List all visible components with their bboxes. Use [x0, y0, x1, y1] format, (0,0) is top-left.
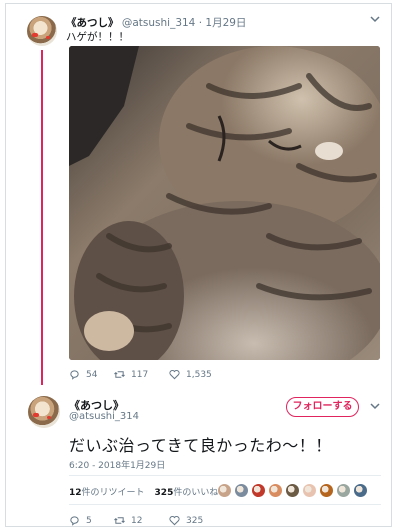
tweet-actions: 54 117 1,535: [69, 369, 369, 381]
tweet-date[interactable]: 1月29日: [205, 17, 246, 29]
retweet-count: 12: [131, 515, 143, 526]
chevron-down-icon[interactable]: [370, 15, 380, 26]
like-stat-label: 件のいいね: [173, 488, 219, 498]
heart-icon: [169, 370, 180, 380]
user-handle[interactable]: @atsushi_314: [69, 411, 139, 422]
reply-count: 54: [86, 369, 98, 380]
tweet-actions: 5 12 325: [69, 515, 369, 526]
retweet-icon: [114, 371, 125, 378]
tweet-photo[interactable]: [69, 46, 380, 360]
dot-separator: ·: [198, 17, 203, 29]
divider: [69, 475, 381, 476]
like-count: 325: [186, 515, 204, 526]
reply-action[interactable]: 54: [69, 369, 97, 380]
liker-avatar[interactable]: [234, 483, 249, 498]
like-action[interactable]: 1,535: [169, 369, 212, 380]
tweet-header: 《あつし》 @atsushi_314 · 1月29日: [66, 15, 246, 30]
retweet-count: 117: [131, 369, 149, 380]
liker-avatar[interactable]: [353, 483, 368, 498]
reply-count: 5: [86, 515, 92, 526]
tweet-thread-card: 《あつし》 @atsushi_314 · 1月29日 ハゲが！！！ 54 117…: [5, 3, 392, 527]
retweet-stat[interactable]: 12件のリツイート: [69, 488, 155, 498]
reply-icon: [70, 370, 79, 380]
liker-avatar[interactable]: [251, 483, 266, 498]
follow-button[interactable]: フォローする: [286, 397, 359, 417]
liker-avatar[interactable]: [285, 483, 300, 498]
liker-avatar[interactable]: [336, 483, 351, 498]
tweet-timestamp[interactable]: 6:20 - 2018年1月29日: [69, 458, 165, 471]
retweet-stat-label: 件のリツイート: [81, 488, 145, 498]
liker-avatar[interactable]: [217, 483, 232, 498]
thread-line: [41, 50, 43, 385]
retweet-action[interactable]: 12: [114, 515, 142, 526]
divider: [69, 504, 381, 505]
reply-icon: [70, 516, 79, 526]
like-count: 1,535: [186, 369, 212, 380]
liker-avatar[interactable]: [319, 483, 334, 498]
retweet-action[interactable]: 117: [114, 369, 148, 380]
tweet-text: だいぶ治ってきて良かったわ〜！！: [69, 436, 332, 455]
display-name[interactable]: 《あつし》: [66, 17, 119, 29]
retweet-icon: [114, 517, 125, 524]
retweet-stat-count: 12: [69, 488, 82, 498]
heart-icon: [169, 516, 180, 526]
avatar[interactable]: [28, 396, 60, 428]
avatar[interactable]: [27, 16, 57, 46]
reply-action[interactable]: 5: [69, 515, 92, 526]
liker-avatar[interactable]: [302, 483, 317, 498]
user-handle[interactable]: @atsushi_314: [122, 17, 196, 29]
tweet-stats: 12件のリツイート 325件のいいね: [69, 485, 228, 498]
liker-avatar[interactable]: [268, 483, 283, 498]
like-action[interactable]: 325: [169, 515, 203, 526]
chevron-down-icon[interactable]: [370, 402, 380, 413]
tweet-text: ハゲが！！！: [66, 31, 129, 43]
like-stat-count: 325: [154, 488, 174, 498]
